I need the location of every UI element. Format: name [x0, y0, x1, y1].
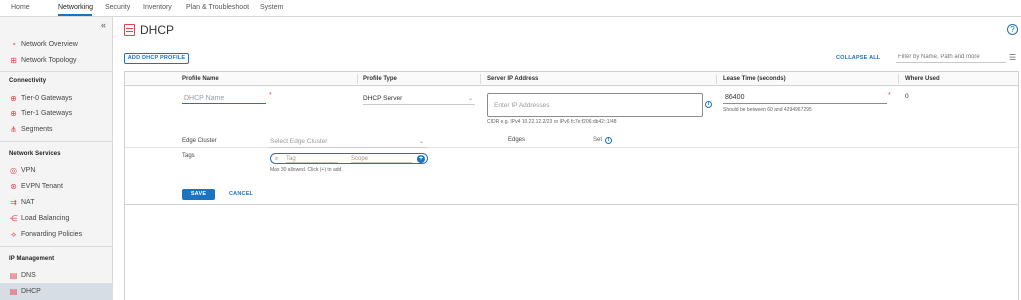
column-separator[interactable]	[480, 74, 481, 84]
active-tab-indicator	[58, 14, 92, 16]
edge-cluster-label: Edge Cluster	[182, 138, 217, 144]
column-header-where-used[interactable]: Where Used	[905, 76, 940, 82]
sidebar-item-dhcp[interactable]: ▤ DHCP	[9, 287, 41, 296]
grid-header: Profile Name Profile Type Server IP Addr…	[125, 72, 1018, 86]
nav-tab-home[interactable]: Home	[11, 4, 30, 11]
section-network-services: Network Services	[9, 151, 61, 157]
sidebar-item-tier1-gateways[interactable]: ⊕ Tier-1 Gateways	[9, 109, 72, 118]
top-navigation: Home Networking Security Inventory Plan …	[0, 0, 1021, 17]
column-separator[interactable]	[357, 74, 358, 84]
nat-icon: ⇉	[10, 198, 17, 207]
nav-tab-system[interactable]: System	[260, 4, 283, 11]
scope-input[interactable]: Scope	[351, 156, 412, 163]
tags-input-group: ⌕ Tag Scope +	[270, 153, 428, 164]
filter-input[interactable]	[896, 52, 1006, 63]
column-header-lease-time[interactable]: Lease Time (seconds)	[723, 76, 786, 82]
section-connectivity: Connectivity	[9, 78, 47, 84]
server-ip-input[interactable]: Enter IP Addresses	[487, 93, 703, 117]
sidebar-item-vpn[interactable]: ◎ VPN	[9, 166, 35, 175]
edges-label: Edges	[508, 137, 526, 143]
sidebar-item-evpn-tenant[interactable]: ⊛ EVPN Tenant	[9, 182, 63, 191]
edge-cluster-select[interactable]: Select Edge Cluster	[270, 138, 426, 148]
network-overview-icon: ◔	[11, 40, 16, 49]
filter-icon[interactable]: ☰	[1009, 54, 1018, 62]
sidebar-item-network-overview[interactable]: ◔ Network Overview	[9, 40, 78, 49]
evpn-icon: ⊛	[10, 182, 17, 191]
cancel-button[interactable]: CANCEL	[229, 191, 253, 197]
segments-icon: ⋔	[10, 125, 17, 134]
network-topology-icon: ⊞	[10, 56, 17, 65]
nav-tab-security[interactable]: Security	[105, 4, 130, 11]
edges-set-link[interactable]: Set	[593, 137, 602, 143]
required-marker: *	[269, 92, 272, 99]
collapse-sidebar-icon[interactable]: «	[101, 20, 106, 30]
tier0-gateway-icon: ⊕	[10, 94, 17, 103]
help-icon[interactable]: ?	[1007, 24, 1018, 35]
section-ip-management: IP Management	[9, 256, 55, 262]
server-ip-hint: CIDR e.g. IPv4 10.22.12.2/23 or IPv6 fc7…	[487, 119, 617, 125]
sidebar-item-forwarding-policies[interactable]: ⟢ Forwarding Policies	[9, 230, 83, 239]
required-marker: *	[888, 92, 891, 99]
column-header-profile-name[interactable]: Profile Name	[182, 76, 219, 82]
collapse-all-button[interactable]: COLLAPSE ALL	[836, 55, 880, 61]
sidebar-item-dns[interactable]: ▤ DNS	[9, 271, 36, 280]
sidebar-item-segments[interactable]: ⋔ Segments	[9, 125, 52, 134]
dhcp-name-input[interactable]	[182, 93, 266, 104]
forwarding-icon: ⟢	[10, 230, 17, 239]
nav-tab-networking[interactable]: Networking	[58, 4, 93, 11]
sidebar-divider	[0, 71, 113, 72]
dns-icon: ▤	[9, 271, 18, 280]
add-dhcp-profile-button[interactable]: ADD DHCP PROFILE	[124, 53, 189, 64]
tag-input[interactable]: Tag	[286, 156, 338, 163]
chevron-down-icon: ⌄	[468, 96, 474, 102]
sidebar-item-nat[interactable]: ⇉ NAT	[9, 198, 34, 207]
page-title: DHCP	[140, 23, 175, 37]
tag-icon: ⌕	[275, 156, 279, 162]
sidebar-divider	[0, 246, 113, 247]
info-icon[interactable]: i	[705, 101, 712, 108]
dhcp-profiles-grid: Profile Name Profile Type Server IP Addr…	[124, 71, 1019, 300]
sidebar-item-tier0-gateways[interactable]: ⊕ Tier-0 Gateways	[9, 94, 72, 103]
info-icon[interactable]: i	[605, 137, 612, 144]
dhcp-icon: ▤	[9, 287, 18, 296]
column-separator[interactable]	[716, 74, 717, 84]
sidebar-item-network-topology[interactable]: ⊞ Network Topology	[9, 56, 76, 65]
where-used-value: 0	[905, 93, 909, 100]
lease-time-hint: Should be between 60 and 4294967295	[723, 107, 812, 113]
sidebar: « ◔ Network Overview ⊞ Network Topology …	[0, 17, 113, 300]
vpn-icon: ◎	[10, 166, 17, 175]
profile-type-select[interactable]: DHCP Server	[363, 95, 475, 105]
row-detail-divider	[125, 147, 1018, 148]
load-balancing-icon: ⋲	[9, 214, 18, 223]
tags-hint: Max 30 allowed. Click (+) to add.	[270, 167, 343, 173]
column-header-profile-type[interactable]: Profile Type	[363, 76, 397, 82]
lease-time-input[interactable]: 86400	[723, 94, 887, 104]
dhcp-page-icon	[124, 24, 135, 36]
add-tag-icon[interactable]: +	[417, 155, 425, 163]
column-separator[interactable]	[898, 74, 899, 84]
tier1-gateway-icon: ⊕	[10, 109, 17, 118]
dhcp-profile-edit-row: * DHCP Server ⌄ Enter IP Addresses i CID…	[125, 87, 1018, 205]
nav-tab-plan-troubleshoot[interactable]: Plan & Troubleshoot	[186, 4, 249, 11]
save-button[interactable]: SAVE	[182, 189, 215, 200]
chevron-down-icon: ⌄	[419, 139, 425, 145]
column-header-server-ip[interactable]: Server IP Address	[487, 76, 538, 82]
tags-label: Tags	[182, 153, 195, 159]
nav-tab-inventory[interactable]: Inventory	[143, 4, 172, 11]
sidebar-item-load-balancing[interactable]: ⋲ Load Balancing	[9, 214, 70, 223]
sidebar-divider	[0, 141, 113, 142]
